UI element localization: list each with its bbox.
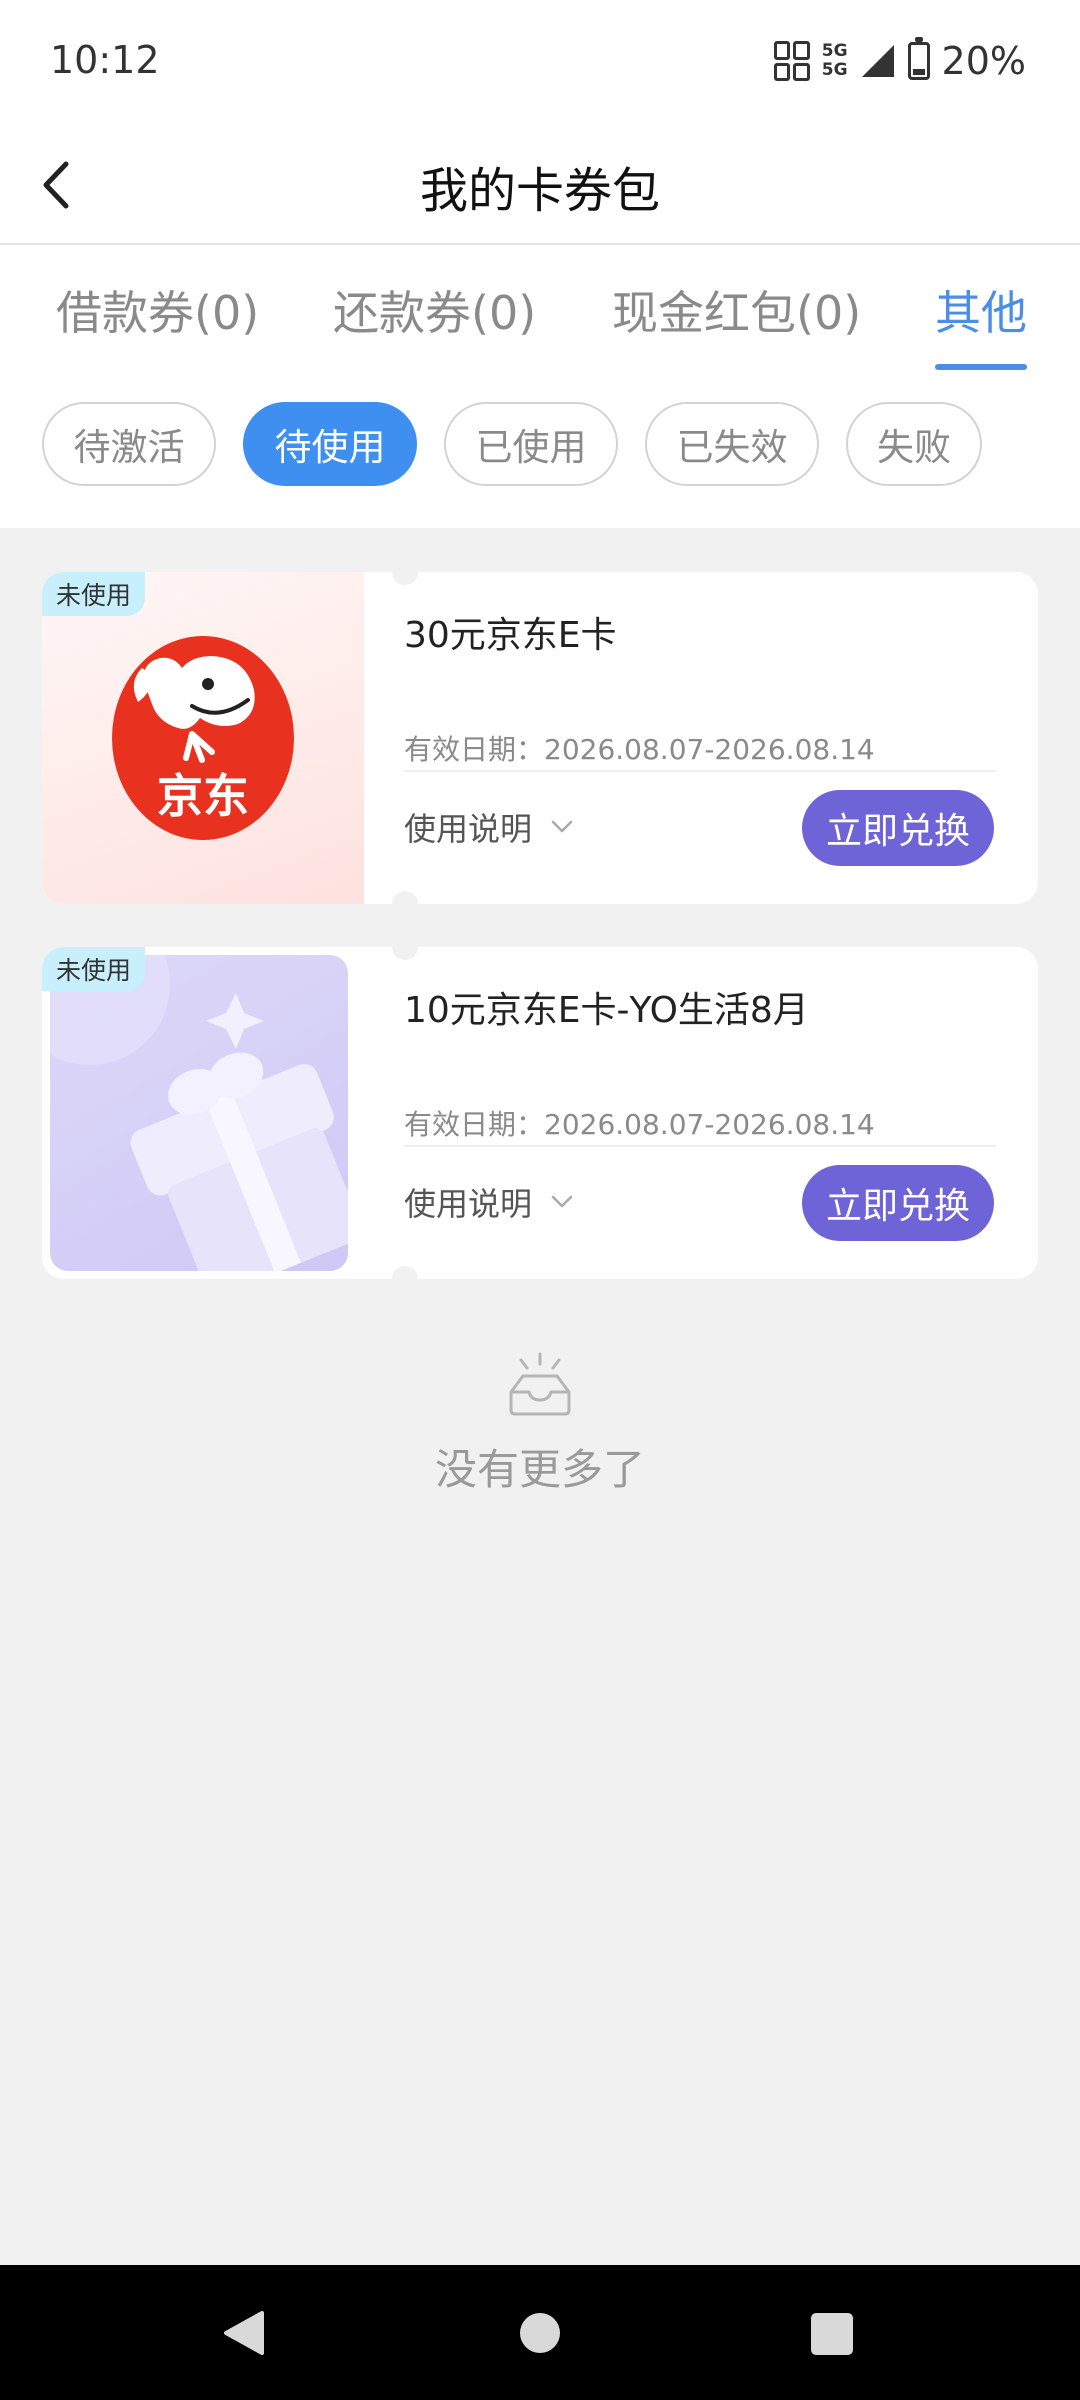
status-badge: 未使用	[42, 572, 146, 616]
coupon-validity: 有效日期：2026.08.07-2026.08.14	[404, 1108, 875, 1141]
coupon-card[interactable]: 京东 未使用 30元京东E卡 有效日期：2026.08.07-2026.08.1…	[42, 559, 1038, 917]
coupon-card[interactable]: 未使用 10元京东E卡-YO生活8月 有效日期：2026.08.07-2026.…	[42, 934, 1038, 1292]
nav-recents-icon[interactable]	[811, 2313, 853, 2355]
filter-pending-use[interactable]: 待使用	[243, 402, 417, 486]
card-notch	[392, 934, 418, 960]
dual-sim-icon	[773, 41, 810, 81]
status-badge: 未使用	[42, 947, 146, 991]
status-icons: 5G 5G 20%	[773, 36, 1026, 86]
filter-expired[interactable]: 已失效	[645, 402, 819, 486]
nav-back-icon[interactable]	[222, 2309, 266, 2357]
tab-repayment-coupons[interactable]: 还款券(0)	[333, 277, 536, 343]
status-time: 10:12	[50, 38, 160, 82]
empty-tray-icon	[509, 1352, 571, 1416]
redeem-button[interactable]: 立即兑换	[802, 790, 994, 866]
filter-failed[interactable]: 失败	[846, 402, 982, 486]
usage-instructions-label: 使用说明	[404, 810, 533, 848]
tab-other[interactable]: 其他	[935, 277, 1027, 343]
battery-icon	[907, 37, 930, 80]
signal-icon	[861, 45, 894, 77]
coupon-validity: 有效日期：2026.08.07-2026.08.14	[404, 733, 875, 766]
system-nav-bar	[0, 2265, 1080, 2400]
usage-instructions-label: 使用说明	[404, 1185, 533, 1223]
jd-logo-text: 京东	[157, 769, 249, 823]
end-of-list-message: 没有更多了	[434, 1445, 645, 1494]
jd-logo-icon: 京东	[112, 636, 294, 840]
coupon-thumbnail: 京东	[42, 572, 364, 904]
coupon-title: 30元京东E卡	[404, 615, 617, 656]
coupon-thumbnail	[42, 947, 364, 1279]
title-bar: 我的卡券包	[0, 125, 1080, 245]
status-bar: 10:12 5G 5G 20%	[0, 0, 1080, 125]
category-tabs: 借款券(0) 还款券(0) 现金红包(0) 其他	[0, 247, 1080, 377]
tab-active-indicator	[935, 364, 1027, 370]
card-notch	[392, 1266, 418, 1292]
filter-pending-activation[interactable]: 待激活	[42, 402, 216, 486]
card-divider	[404, 770, 996, 772]
chevron-down-icon	[551, 820, 573, 833]
chevron-down-icon	[551, 1195, 573, 1208]
card-notch	[392, 891, 418, 917]
tab-cash-red-packets[interactable]: 现金红包(0)	[612, 277, 861, 343]
card-divider	[404, 1145, 996, 1147]
network-type-bottom: 5G	[821, 60, 848, 80]
redeem-button[interactable]: 立即兑换	[802, 1165, 994, 1241]
tab-loan-coupons[interactable]: 借款券(0)	[56, 277, 259, 343]
page-title: 我的卡券包	[419, 163, 660, 219]
network-type-top: 5G	[821, 41, 848, 61]
filter-used[interactable]: 已使用	[444, 402, 618, 486]
usage-instructions-toggle[interactable]: 使用说明	[404, 804, 574, 850]
coupon-title: 10元京东E卡-YO生活8月	[404, 990, 809, 1031]
nav-home-icon[interactable]	[520, 2313, 560, 2353]
gift-thumbnail-background	[50, 955, 348, 1271]
usage-instructions-toggle[interactable]: 使用说明	[404, 1179, 574, 1225]
network-type: 5G 5G	[822, 42, 848, 80]
card-notch	[392, 559, 418, 585]
battery-level: 20%	[941, 39, 1026, 83]
gift-box-icon	[50, 955, 348, 1271]
